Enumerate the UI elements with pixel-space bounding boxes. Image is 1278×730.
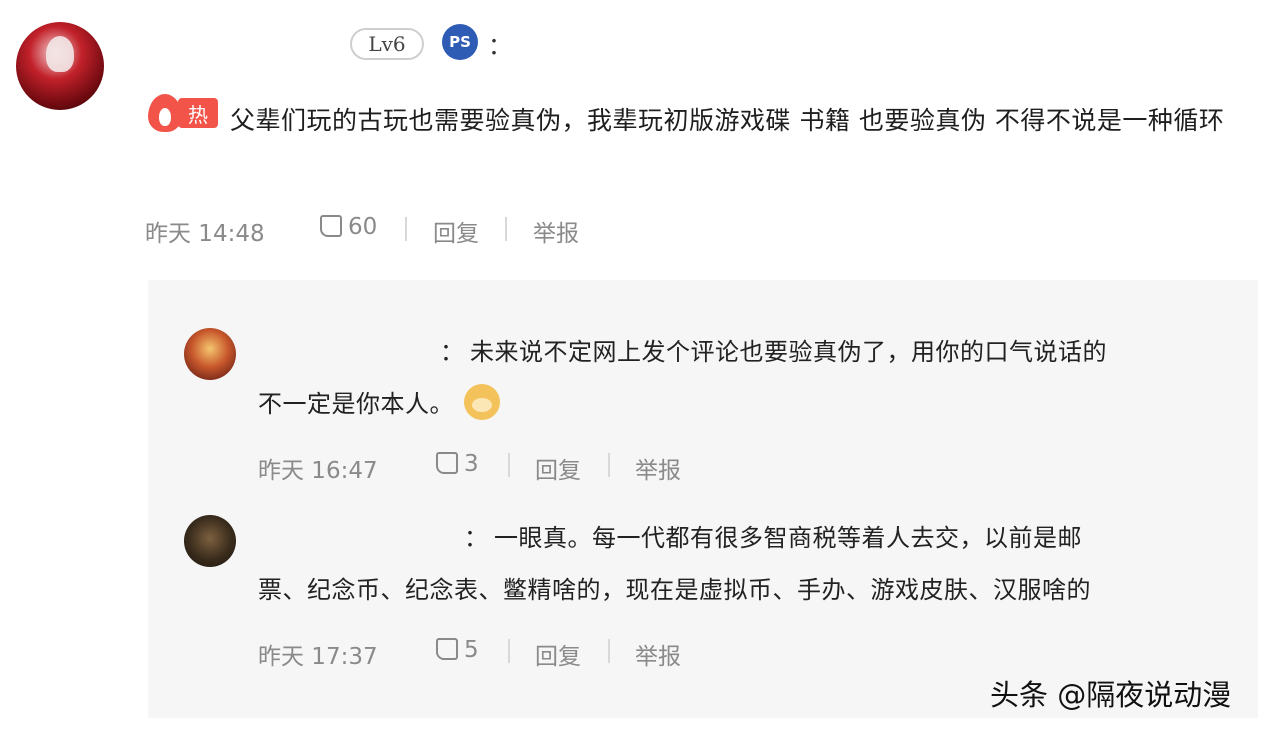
flame-icon [148, 94, 182, 132]
reply-button[interactable]: 回复 [535, 451, 581, 485]
like-button[interactable]: 5 [436, 637, 479, 663]
thumbs-up-icon [436, 638, 458, 660]
like-count: 5 [464, 637, 479, 663]
reply-text-line1: 一眼真。每一代都有很多智商税等着人去交，以前是邮 [494, 524, 1082, 552]
reply-time: 昨天 16:47 [258, 458, 378, 484]
hot-label: 热 [178, 98, 218, 128]
comment-time: 昨天 14:48 [145, 221, 265, 247]
reply-text-line2-content: 不一定是你本人。 [258, 390, 454, 418]
hot-badge: 热 [148, 94, 220, 132]
like-count: 60 [348, 214, 378, 240]
user-avatar[interactable] [16, 22, 104, 110]
reply-time: 昨天 17:37 [258, 644, 378, 670]
watermark: 头条 @隔夜说动漫 [990, 678, 1232, 712]
reply-avatar[interactable] [184, 328, 236, 380]
reply-button[interactable]: 回复 [433, 214, 479, 248]
report-button[interactable]: 举报 [635, 451, 681, 485]
reply-text-line1: 未来说不定网上发个评论也要验真伪了，用你的口气说话的 [470, 338, 1107, 366]
level-badge: Lv6 [350, 28, 424, 60]
divider [505, 217, 507, 241]
like-button[interactable]: 3 [436, 451, 479, 477]
divider [608, 453, 610, 477]
divider [508, 639, 510, 663]
report-button[interactable]: 举报 [533, 214, 579, 248]
like-count: 3 [464, 451, 479, 477]
reply-colon: ： [440, 338, 465, 366]
comment-text: 父辈们玩的古玩也需要验真伪，我辈玩初版游戏碟 书籍 也要验真伪 不得不说是一种循… [230, 106, 1225, 135]
thumbs-up-icon [436, 452, 458, 474]
reply-avatar[interactable] [184, 515, 236, 567]
thumbs-up-icon [320, 215, 342, 237]
playstation-icon: PS [442, 24, 478, 60]
divider [405, 217, 407, 241]
divider [608, 639, 610, 663]
reply-colon: ： [464, 524, 489, 552]
username-colon: ： [488, 32, 512, 60]
reply-button[interactable]: 回复 [535, 637, 581, 671]
reply-text-line2: 票、纪念币、纪念表、鳖精啥的，现在是虚拟币、手办、游戏皮肤、汉服啥的 [258, 576, 1091, 604]
like-button[interactable]: 60 [320, 214, 377, 240]
dog-emoji-icon [464, 384, 500, 420]
reply-text-line2: 不一定是你本人。 [258, 378, 500, 430]
divider [508, 453, 510, 477]
report-button[interactable]: 举报 [635, 637, 681, 671]
